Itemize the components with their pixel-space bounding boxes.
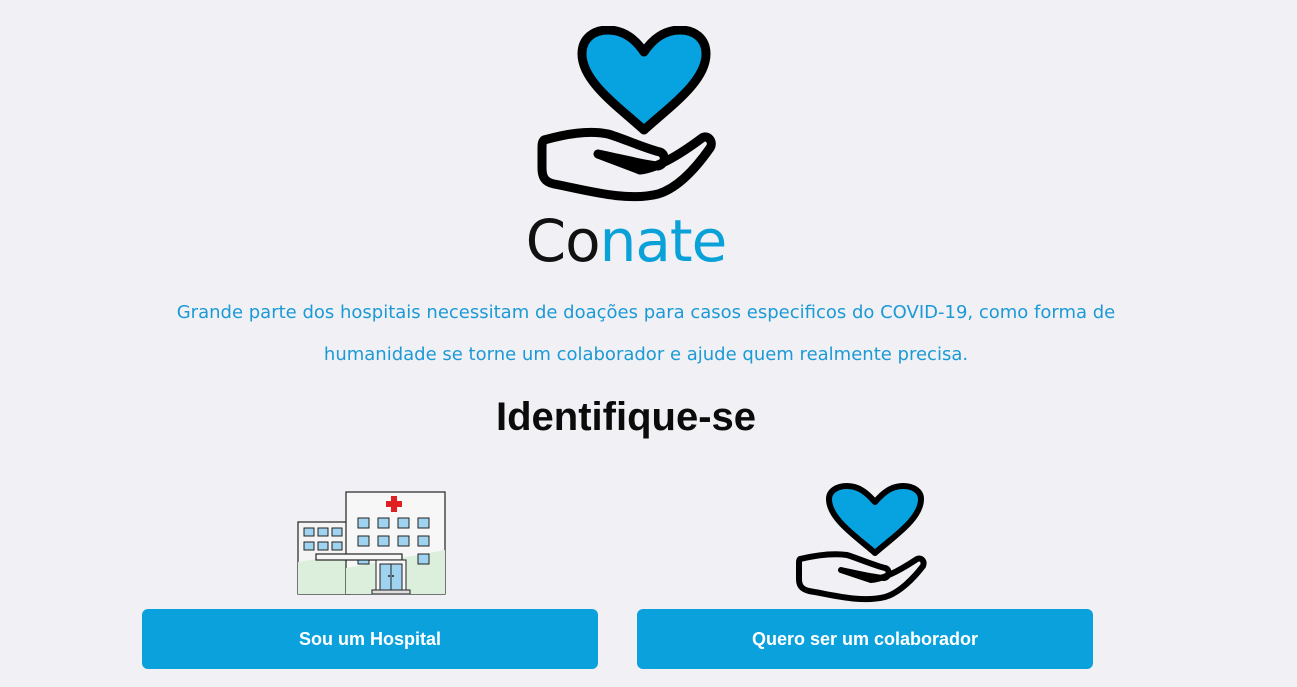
intro-text: Grande parte dos hospitais necessitam de… (170, 292, 1122, 376)
hospital-button[interactable]: Sou um Hospital (142, 609, 598, 669)
brand-name-part2: nate (599, 207, 728, 275)
intro-line-1: Grande parte dos hospitais necessitam de… (176, 302, 1116, 323)
identify-heading: Identifique-se (495, 395, 757, 439)
hospital-building-icon (297, 491, 446, 595)
collaborator-button[interactable]: Quero ser um colaborador (637, 609, 1093, 669)
intro-line-2: humanidade se torne um colaborador e aju… (323, 344, 969, 365)
brand-wordmark: Conate (0, 206, 1252, 276)
heart-in-hand-icon (796, 483, 927, 603)
heart-in-hand-icon (537, 26, 716, 202)
brand-name-part1: Co (525, 207, 601, 275)
landing-page: Conate Grande parte dos hospitais necess… (0, 0, 1297, 687)
